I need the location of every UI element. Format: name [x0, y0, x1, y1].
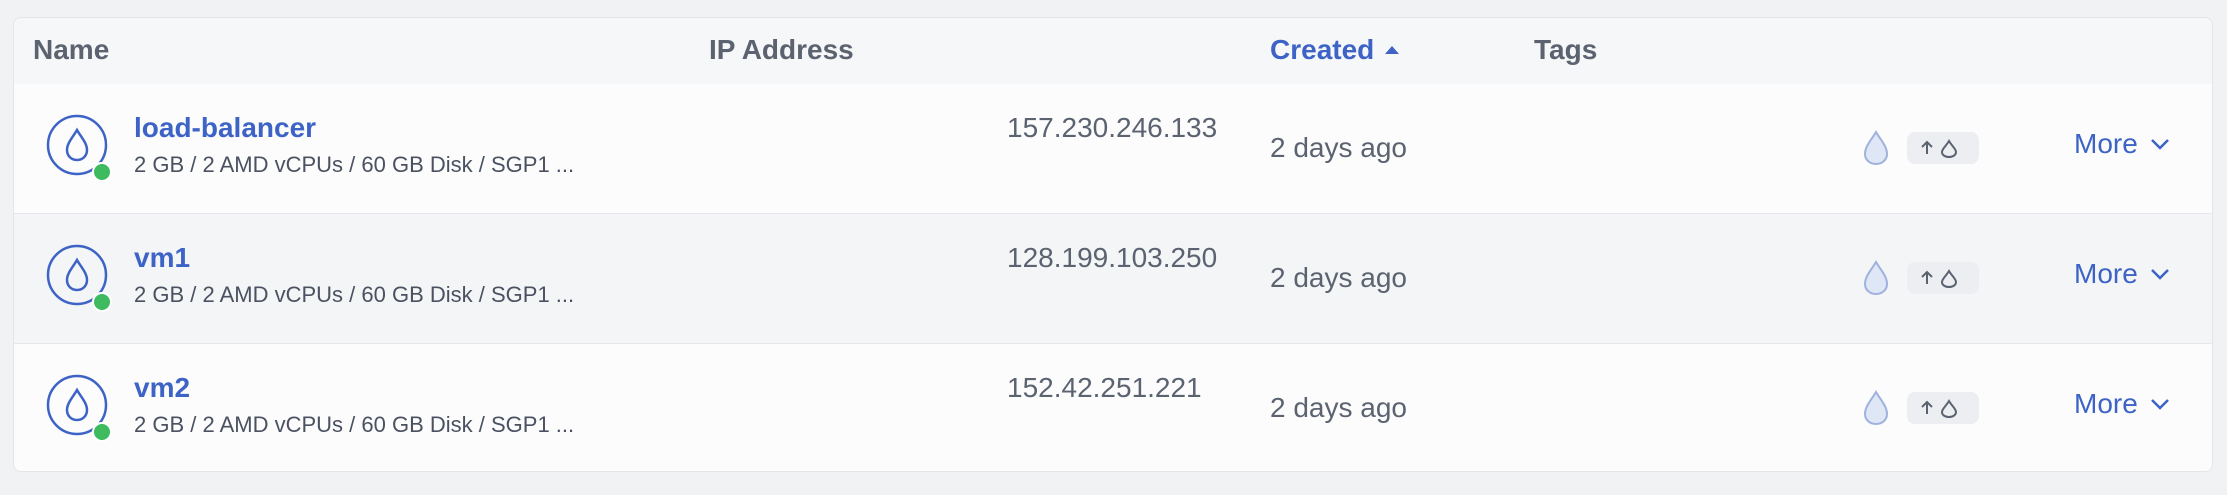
column-header-label: IP Address: [709, 34, 854, 65]
droplet-specs: 2 GB / 2 AMD vCPUs / 60 GB Disk / SGP1 .…: [134, 152, 575, 177]
droplet-action-icon[interactable]: [1859, 258, 1893, 298]
column-header-label: Created: [1270, 34, 1375, 65]
droplet-action-icon[interactable]: [1859, 128, 1893, 168]
column-header-created[interactable]: Created: [1270, 34, 1400, 66]
chevron-down-icon: [2150, 139, 2169, 150]
table-header: Name IP Address Created Tags: [14, 18, 2212, 85]
droplet-action-icon[interactable]: [1859, 388, 1893, 428]
chevron-down-icon: [2150, 269, 2169, 280]
ip-address[interactable]: 128.199.103.250: [1007, 242, 1217, 274]
upgrade-button[interactable]: [1907, 392, 1979, 424]
column-header-label: Tags: [1534, 34, 1598, 65]
upgrade-button[interactable]: [1907, 132, 1979, 164]
upgrade-icon: [1921, 269, 1958, 288]
droplets-table: Name IP Address Created Tags load-balanc…: [13, 17, 2213, 472]
droplet-specs: 2 GB / 2 AMD vCPUs / 60 GB Disk / SGP1 .…: [134, 412, 575, 437]
ip-address[interactable]: 157.230.246.133: [1007, 112, 1217, 144]
caret-up-icon: [1385, 46, 1400, 54]
more-actions-button[interactable]: More: [2074, 258, 2170, 290]
table-row[interactable]: vm1 2 GB / 2 AMD vCPUs / 60 GB Disk / SG…: [14, 214, 2212, 344]
column-header-name[interactable]: Name: [33, 34, 109, 66]
droplet-name-link[interactable]: load-balancer: [134, 112, 316, 144]
upgrade-icon: [1921, 139, 1958, 158]
upgrade-button[interactable]: [1907, 262, 1979, 294]
status-indicator: [92, 422, 112, 442]
more-label: More: [2074, 388, 2138, 419]
created-time: 2 days ago: [1270, 262, 1407, 293]
droplet-name-link[interactable]: vm2: [134, 372, 190, 404]
ip-address[interactable]: 152.42.251.221: [1007, 372, 1202, 404]
column-header-tags[interactable]: Tags: [1534, 34, 1597, 66]
droplet-name-link[interactable]: vm1: [134, 242, 190, 274]
created-time: 2 days ago: [1270, 392, 1407, 423]
more-actions-button[interactable]: More: [2074, 388, 2170, 420]
status-indicator: [92, 162, 112, 182]
chevron-down-icon: [2150, 399, 2169, 410]
more-label: More: [2074, 258, 2138, 289]
table-row[interactable]: load-balancer 2 GB / 2 AMD vCPUs / 60 GB…: [14, 84, 2212, 214]
more-label: More: [2074, 128, 2138, 159]
column-header-ip[interactable]: IP Address: [709, 34, 854, 66]
status-indicator: [92, 292, 112, 312]
upgrade-icon: [1921, 399, 1958, 418]
droplet-specs: 2 GB / 2 AMD vCPUs / 60 GB Disk / SGP1 .…: [134, 282, 575, 307]
created-time: 2 days ago: [1270, 132, 1407, 163]
more-actions-button[interactable]: More: [2074, 128, 2170, 160]
table-row[interactable]: vm2 2 GB / 2 AMD vCPUs / 60 GB Disk / SG…: [14, 344, 2212, 471]
column-header-label: Name: [33, 34, 110, 65]
